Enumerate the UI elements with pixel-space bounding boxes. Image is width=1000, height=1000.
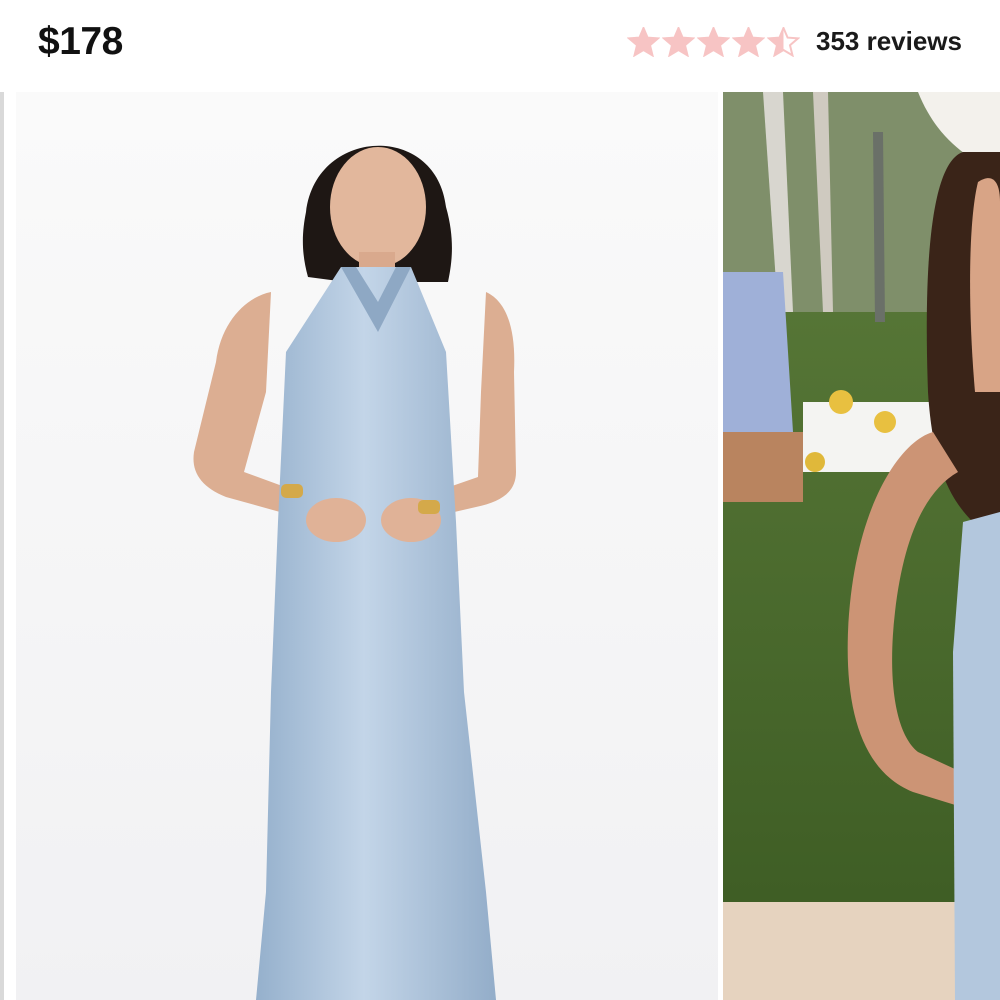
star-half-icon (766, 26, 800, 57)
product-rating[interactable]: 353 reviews (626, 26, 962, 57)
product-gallery[interactable] (4, 92, 1000, 1000)
star-full-icon (661, 26, 695, 57)
model-photo-icon (16, 92, 718, 1000)
gallery-image-studio[interactable] (16, 92, 718, 1000)
star-full-icon (731, 26, 765, 57)
gallery-image-garden[interactable] (723, 92, 1000, 1000)
star-full-icon (626, 26, 660, 57)
garden-photo-icon (723, 92, 1000, 1000)
product-header: $178 353 reviews (0, 0, 1000, 92)
product-price: $178 (38, 20, 123, 63)
star-full-icon (696, 26, 730, 57)
rating-stars (626, 26, 802, 57)
reviews-link[interactable]: 353 reviews (816, 26, 962, 57)
